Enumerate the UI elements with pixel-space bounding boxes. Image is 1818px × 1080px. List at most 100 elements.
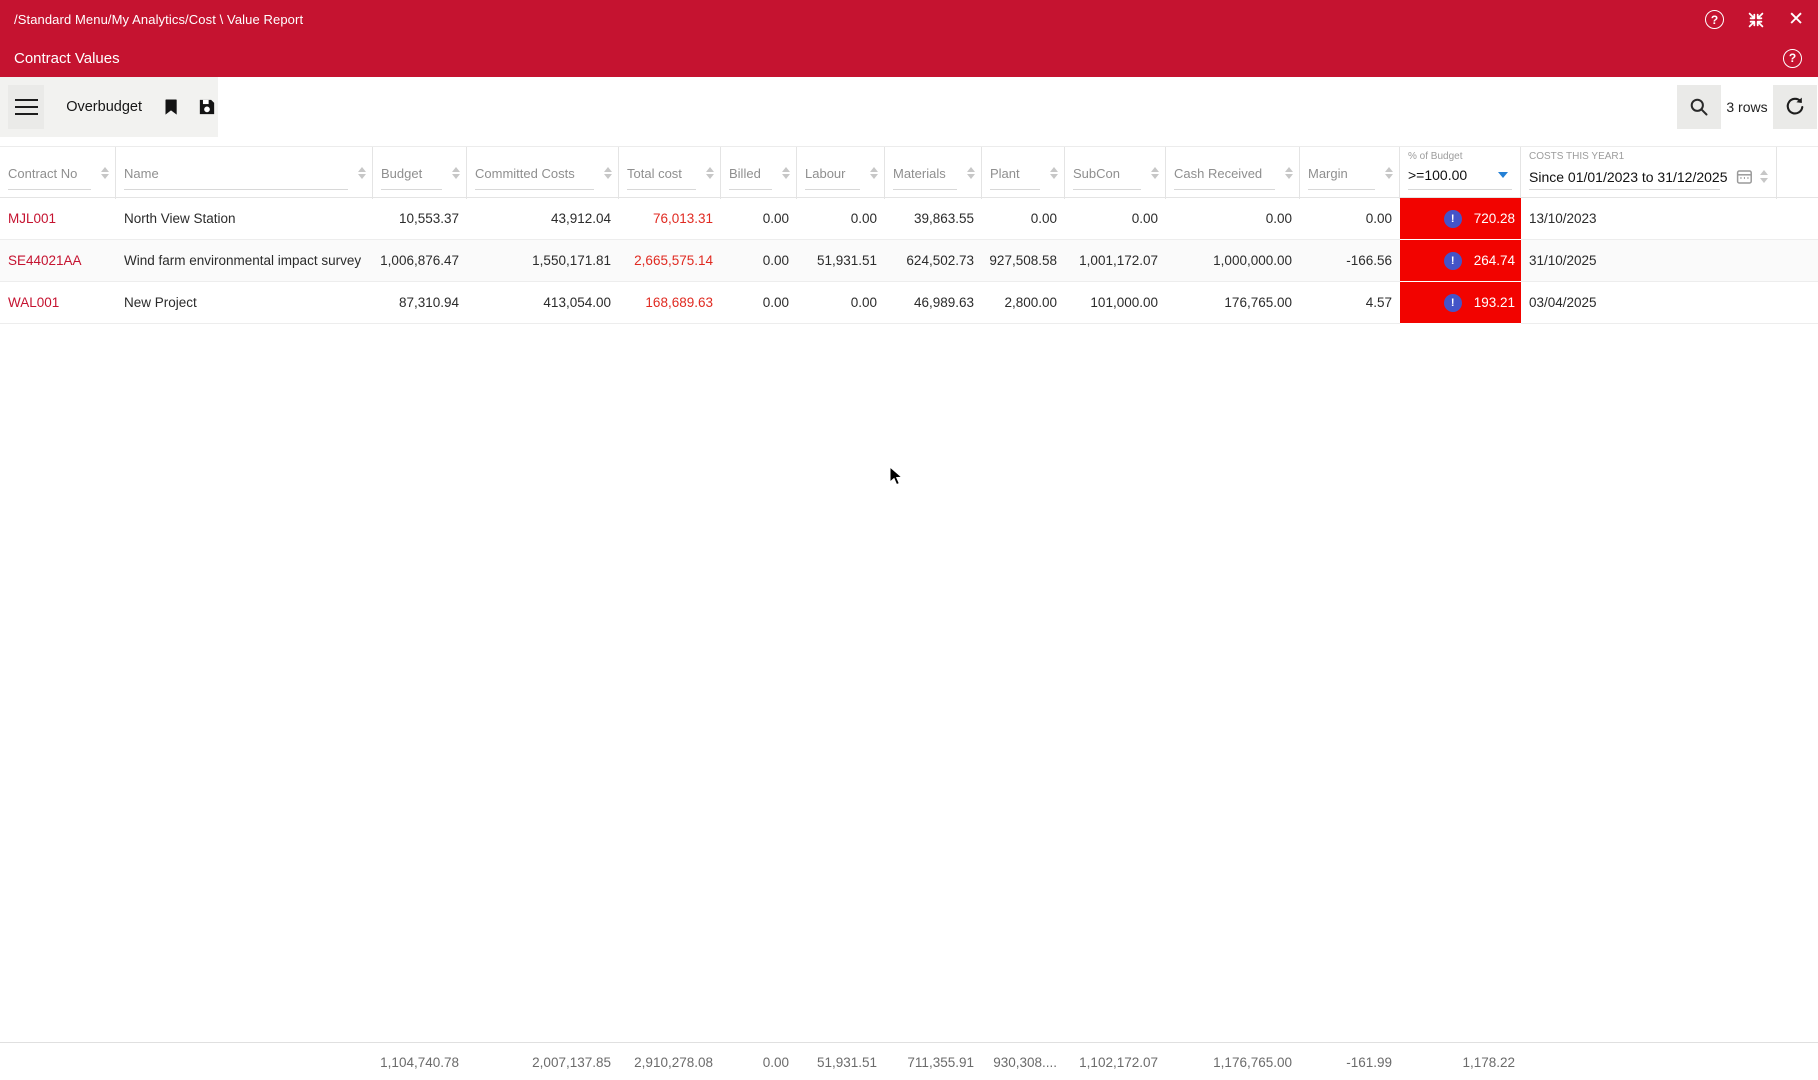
total-total-cost: 2,910,278.08 bbox=[619, 1043, 721, 1080]
calendar-icon[interactable] bbox=[1735, 167, 1754, 186]
sort-icon[interactable] bbox=[1285, 167, 1293, 180]
name-cell: North View Station bbox=[116, 198, 373, 240]
refresh-button[interactable] bbox=[1773, 85, 1817, 129]
chevron-down-icon[interactable] bbox=[1498, 172, 1508, 178]
sort-icon[interactable] bbox=[358, 167, 366, 180]
sort-icon[interactable] bbox=[1151, 167, 1159, 180]
table-row[interactable]: MJL001 North View Station 10,553.37 43,9… bbox=[0, 198, 1818, 240]
sort-icon[interactable] bbox=[782, 167, 790, 180]
column-header-name[interactable]: Name bbox=[116, 147, 373, 199]
total-subcon: 1,102,172.07 bbox=[1065, 1043, 1166, 1080]
column-header-pct-of-budget[interactable]: % of Budget >=100.00 bbox=[1400, 147, 1521, 199]
total-labour: 51,931.51 bbox=[797, 1043, 885, 1080]
report-help-icon[interactable]: ? bbox=[1783, 49, 1802, 68]
app-window: /Standard Menu/My Analytics/Cost \ Value… bbox=[0, 0, 1818, 1080]
menu-button[interactable] bbox=[8, 85, 44, 129]
pct-of-budget-cell[interactable]: ! 720.28 bbox=[1400, 198, 1521, 240]
materials-cell: 46,989.63 bbox=[885, 282, 982, 324]
column-header-margin[interactable]: Margin bbox=[1300, 147, 1400, 199]
column-header-cash-received[interactable]: Cash Received bbox=[1166, 147, 1300, 199]
pct-filter-value[interactable]: >=100.00 bbox=[1408, 167, 1467, 183]
contract-no-link[interactable]: SE44021AA bbox=[0, 240, 116, 282]
budget-cell: 87,310.94 bbox=[373, 282, 467, 324]
search-button[interactable] bbox=[1677, 85, 1721, 129]
cash-received-cell: 0.00 bbox=[1166, 198, 1300, 240]
committed-costs-cell: 43,912.04 bbox=[467, 198, 619, 240]
column-header-budget[interactable]: Budget bbox=[373, 147, 467, 199]
column-header-total-cost[interactable]: Total cost bbox=[619, 147, 721, 199]
column-header-plant[interactable]: Plant bbox=[982, 147, 1065, 199]
top-bar: /Standard Menu/My Analytics/Cost \ Value… bbox=[0, 0, 1818, 39]
committed-costs-cell: 1,550,171.81 bbox=[467, 240, 619, 282]
materials-cell: 39,863.55 bbox=[885, 198, 982, 240]
total-materials: 711,355.91 bbox=[885, 1043, 982, 1080]
materials-cell: 624,502.73 bbox=[885, 240, 982, 282]
sort-icon[interactable] bbox=[101, 167, 109, 180]
total-budget: 1,104,740.78 bbox=[373, 1043, 467, 1080]
column-header-materials[interactable]: Materials bbox=[885, 147, 982, 199]
costs-this-year-cell: 31/10/2025 bbox=[1521, 240, 1777, 282]
sort-icon[interactable] bbox=[870, 167, 878, 180]
total-billed: 0.00 bbox=[721, 1043, 797, 1080]
cash-received-cell: 176,765.00 bbox=[1166, 282, 1300, 324]
bookmark-icon[interactable] bbox=[160, 96, 182, 118]
costs-this-year-cell: 13/10/2023 bbox=[1521, 198, 1777, 240]
page-title: Contract Values bbox=[14, 50, 120, 67]
total-cost-cell: 2,665,575.14 bbox=[619, 240, 721, 282]
costs-this-year-cell: 03/04/2025 bbox=[1521, 282, 1777, 324]
billed-cell: 0.00 bbox=[721, 282, 797, 324]
labour-cell: 0.00 bbox=[797, 282, 885, 324]
name-cell: New Project bbox=[116, 282, 373, 324]
table-body: MJL001 North View Station 10,553.37 43,9… bbox=[0, 198, 1818, 324]
sort-icon[interactable] bbox=[1385, 167, 1393, 180]
rows-count: 3 rows bbox=[1721, 99, 1773, 115]
view-name-label: Overbudget bbox=[66, 99, 142, 115]
alert-badge-icon: ! bbox=[1444, 294, 1462, 312]
help-icon[interactable]: ? bbox=[1705, 10, 1724, 29]
search-icon bbox=[1688, 96, 1710, 118]
hamburger-icon bbox=[15, 99, 38, 116]
sort-icon[interactable] bbox=[1050, 167, 1058, 180]
margin-cell: 4.57 bbox=[1300, 282, 1400, 324]
margin-cell: -166.56 bbox=[1300, 240, 1400, 282]
compress-icon[interactable] bbox=[1746, 10, 1766, 30]
column-header-contract-no[interactable]: Contract No bbox=[0, 147, 116, 199]
labour-cell: 51,931.51 bbox=[797, 240, 885, 282]
sort-icon[interactable] bbox=[706, 167, 714, 180]
column-header-costs-this-year[interactable]: COSTS THIS YEAR1 Since 01/01/2023 to 31/… bbox=[1521, 147, 1777, 199]
report-title-bar: Contract Values ? bbox=[0, 39, 1818, 77]
billed-cell: 0.00 bbox=[721, 198, 797, 240]
date-range-filter-value[interactable]: Since 01/01/2023 to 31/12/2025 bbox=[1529, 169, 1728, 185]
sort-icon[interactable] bbox=[1760, 170, 1768, 183]
table-row[interactable]: WAL001 New Project 87,310.94 413,054.00 … bbox=[0, 282, 1818, 324]
filler-cell bbox=[1777, 282, 1818, 324]
filler-cell bbox=[1777, 198, 1818, 240]
sort-icon[interactable] bbox=[967, 167, 975, 180]
total-cost-cell: 76,013.31 bbox=[619, 198, 721, 240]
save-icon[interactable] bbox=[196, 96, 218, 118]
subcon-cell: 101,000.00 bbox=[1065, 282, 1166, 324]
column-header-committed-costs[interactable]: Committed Costs bbox=[467, 147, 619, 199]
plant-cell: 0.00 bbox=[982, 198, 1065, 240]
mouse-cursor bbox=[889, 467, 907, 492]
alert-badge-icon: ! bbox=[1444, 252, 1462, 270]
total-pct-of-budget: 1,178.22 bbox=[1400, 1043, 1521, 1080]
column-header-labour[interactable]: Labour bbox=[797, 147, 885, 199]
close-icon[interactable]: ✕ bbox=[1788, 10, 1804, 29]
table-row[interactable]: SE44021AA Wind farm environmental impact… bbox=[0, 240, 1818, 282]
sort-icon[interactable] bbox=[452, 167, 460, 180]
billed-cell: 0.00 bbox=[721, 240, 797, 282]
table-header: Contract No Name Budget Committed Costs … bbox=[0, 146, 1818, 198]
pct-value: 193.21 bbox=[1474, 295, 1515, 310]
budget-cell: 1,006,876.47 bbox=[373, 240, 467, 282]
total-margin: -161.99 bbox=[1300, 1043, 1400, 1080]
sort-icon[interactable] bbox=[604, 167, 612, 180]
totals-row: 1,104,740.78 2,007,137.85 2,910,278.08 0… bbox=[0, 1042, 1818, 1080]
column-header-billed[interactable]: Billed bbox=[721, 147, 797, 199]
contract-no-link[interactable]: WAL001 bbox=[0, 282, 116, 324]
pct-of-budget-cell[interactable]: ! 193.21 bbox=[1400, 282, 1521, 324]
pct-of-budget-cell[interactable]: ! 264.74 bbox=[1400, 240, 1521, 282]
column-header-subcon[interactable]: SubCon bbox=[1065, 147, 1166, 199]
breadcrumb: /Standard Menu/My Analytics/Cost \ Value… bbox=[14, 12, 303, 27]
contract-no-link[interactable]: MJL001 bbox=[0, 198, 116, 240]
